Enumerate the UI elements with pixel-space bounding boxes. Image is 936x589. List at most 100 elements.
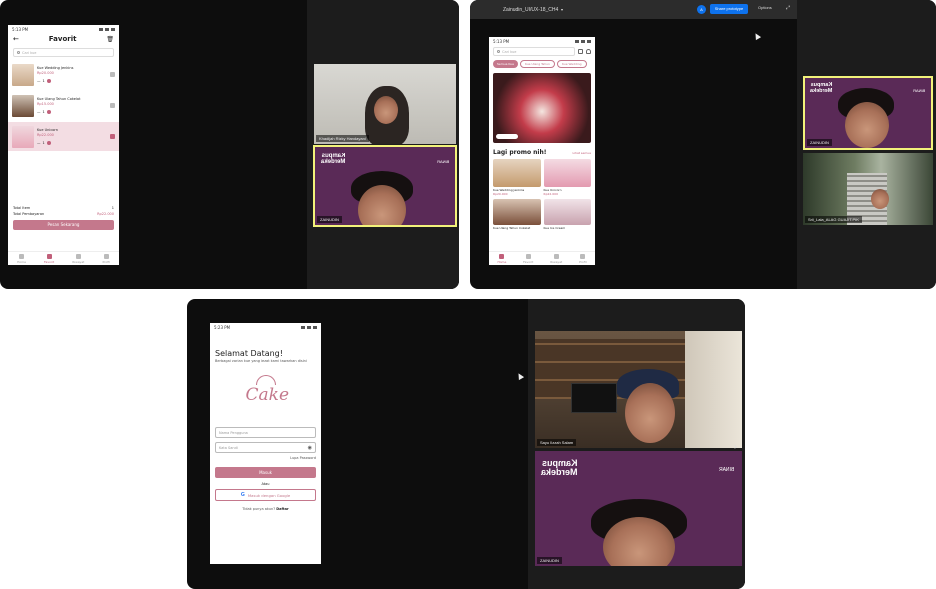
minus-icon[interactable]: —: [37, 110, 41, 114]
chevron-right-icon[interactable]: ›: [734, 441, 737, 451]
participant-video-active: Kampus Merdeka BINAR ZAINUDIN: [313, 145, 457, 227]
product-image: [493, 199, 541, 225]
chat-icon[interactable]: [578, 49, 583, 54]
nav-favorit[interactable]: Favorit: [523, 253, 533, 264]
participant-video-active: Kampus Merdeka BINAR ZAINUDIN: [803, 76, 933, 150]
nav-profil[interactable]: Profil: [579, 253, 587, 264]
forgot-password-link[interactable]: Lupa Password: [215, 456, 316, 460]
trash-icon[interactable]: 🗑: [106, 36, 114, 43]
status-time: 5:23 PM: [214, 324, 231, 330]
nav-profil[interactable]: Profil: [102, 253, 110, 264]
profile-icon: [103, 253, 109, 259]
binar-logo: BINAR: [912, 88, 925, 93]
chip-birthday[interactable]: Kue Ulang Tahun: [519, 60, 555, 68]
options-menu[interactable]: Options: [758, 5, 772, 10]
home-icon: [18, 253, 24, 259]
username-placeholder: Nama Pengguna: [219, 430, 248, 435]
nav-favorit[interactable]: Favorit: [44, 253, 54, 264]
order-now-button[interactable]: Pesan Sekarang: [13, 220, 114, 230]
heart-icon: [525, 253, 531, 259]
search-input[interactable]: Cari kue: [493, 47, 575, 56]
search-input[interactable]: Cari kue: [13, 48, 114, 57]
bottom-nav: Home Favorit Riwayat Profil: [8, 251, 119, 265]
participant-name: ZAINUDIN: [317, 216, 342, 223]
status-bar: 5:23 PM: [210, 323, 321, 331]
eye-off-icon[interactable]: ◉: [308, 445, 312, 451]
login-button[interactable]: Masuk: [215, 467, 316, 478]
item-price: Rp20.000: [37, 71, 54, 75]
participant-video: Khadijah Rizky Handayani: [314, 64, 456, 144]
tv-screen: [571, 383, 617, 413]
share-prototype-button[interactable]: Share prototype: [710, 4, 748, 14]
hero-banner[interactable]: [493, 73, 591, 143]
chevron-down-icon[interactable]: ▾: [561, 7, 563, 12]
kampus-merdeka-logo: Kampus Merdeka: [810, 82, 833, 94]
chip-all[interactable]: Semua Kue: [493, 60, 518, 68]
username-field[interactable]: Nama Pengguna: [215, 427, 316, 438]
item-qty: 1: [42, 110, 45, 114]
face: [625, 383, 675, 443]
list-item[interactable]: Kue Ulang Tahun Cokelat Rp15.000 — 1: [12, 91, 115, 120]
category-chips: Semua Kue Kue Ulang Tahun Kue Wedding: [489, 58, 595, 70]
page-title: Favorit: [48, 35, 77, 43]
home-header: Cari kue: [489, 45, 595, 58]
minus-icon[interactable]: —: [37, 141, 41, 145]
home-phone-screen: 5:13 PM Cari kue Semua Kue Kue Ulang Tah…: [489, 37, 595, 265]
register-link[interactable]: Daftar: [276, 507, 289, 511]
google-login-button[interactable]: G Masuk dengan Google: [215, 489, 316, 501]
binar-logo: BINAR: [718, 467, 734, 473]
participant-video: Srii_Lala_ALAG GUAJIT.PIK: [803, 153, 933, 225]
nav-home[interactable]: Home: [497, 253, 506, 264]
chip-wedding[interactable]: Kue Wedding: [556, 60, 587, 68]
product-image: [543, 199, 591, 225]
promo-title: Lagi promo nih!: [493, 149, 547, 156]
product-image: [12, 125, 34, 148]
banner-page-indicator: [496, 134, 518, 139]
total-payment-value: Rp22.000: [97, 212, 114, 216]
bell-icon[interactable]: [586, 49, 591, 54]
search-placeholder: Cari kue: [22, 50, 37, 55]
home-icon: [499, 253, 505, 259]
status-icons: [575, 39, 591, 43]
prototype-topbar: Zainudin_UI/UX-18_CH4 ▾ A Share prototyp…: [470, 0, 797, 19]
face: [358, 185, 406, 225]
nav-home[interactable]: Home: [17, 253, 26, 264]
product-card[interactable]: Kue Ulang Tahun Cokelat: [493, 199, 541, 230]
avatar[interactable]: A: [697, 5, 706, 14]
nav-riwayat[interactable]: Riwayat: [72, 253, 84, 264]
nav-riwayat[interactable]: Riwayat: [550, 253, 562, 264]
item-name: Kue Wedding Jenkins: [37, 66, 74, 70]
minus-icon[interactable]: —: [37, 79, 41, 83]
heart-icon: [46, 253, 52, 259]
status-bar: 5:13 PM: [489, 37, 595, 45]
login-phone-screen: 5:23 PM Selamat Datang! Berbagai varian …: [210, 323, 321, 564]
product-name: Kue Ulang Tahun Cokelat: [493, 226, 531, 230]
checkbox[interactable]: [110, 103, 115, 108]
product-grid: Kue Wedding Jenkins Rp20.000 Kue Unicorn…: [489, 159, 595, 230]
product-card[interactable]: Kue Ice Cream: [543, 199, 591, 230]
list-item[interactable]: Kue Wedding Jenkins Rp20.000 — 1: [12, 60, 115, 89]
plus-icon[interactable]: [46, 141, 51, 145]
participant-name: Sayu Ilzzah Salam: [537, 439, 577, 446]
search-icon: [17, 51, 20, 54]
cake-logo-text: Cake: [245, 385, 290, 405]
status-time: 5:13 PM: [493, 38, 510, 44]
plus-icon[interactable]: [46, 110, 51, 114]
or-divider: Atau: [261, 482, 270, 486]
status-time: 5:13 PM: [12, 26, 29, 32]
product-card[interactable]: Kue Unicorn Rp22.000: [543, 159, 591, 196]
back-arrow-icon[interactable]: ←: [13, 35, 19, 43]
checkbox-checked[interactable]: [110, 134, 115, 139]
item-qty: 1: [42, 141, 45, 145]
product-image: [12, 63, 34, 86]
screen-share-panel-3: 5:23 PM Selamat Datang! Berbagai varian …: [187, 299, 745, 589]
plus-icon[interactable]: [46, 79, 51, 83]
checkbox[interactable]: [110, 72, 115, 77]
product-card[interactable]: Kue Wedding Jenkins Rp20.000: [493, 159, 541, 196]
fullscreen-icon[interactable]: ⤢: [786, 5, 790, 11]
favorit-header: ← Favorit 🗑: [8, 33, 119, 45]
see-all-link[interactable]: Lihat semua: [573, 151, 591, 155]
password-field[interactable]: Kata Sandi ◉: [215, 442, 316, 453]
screen-share-panel-2: Zainudin_UI/UX-18_CH4 ▾ A Share prototyp…: [470, 0, 936, 289]
list-item[interactable]: Kue Unicorn Rp22.000 — 1: [8, 122, 119, 151]
